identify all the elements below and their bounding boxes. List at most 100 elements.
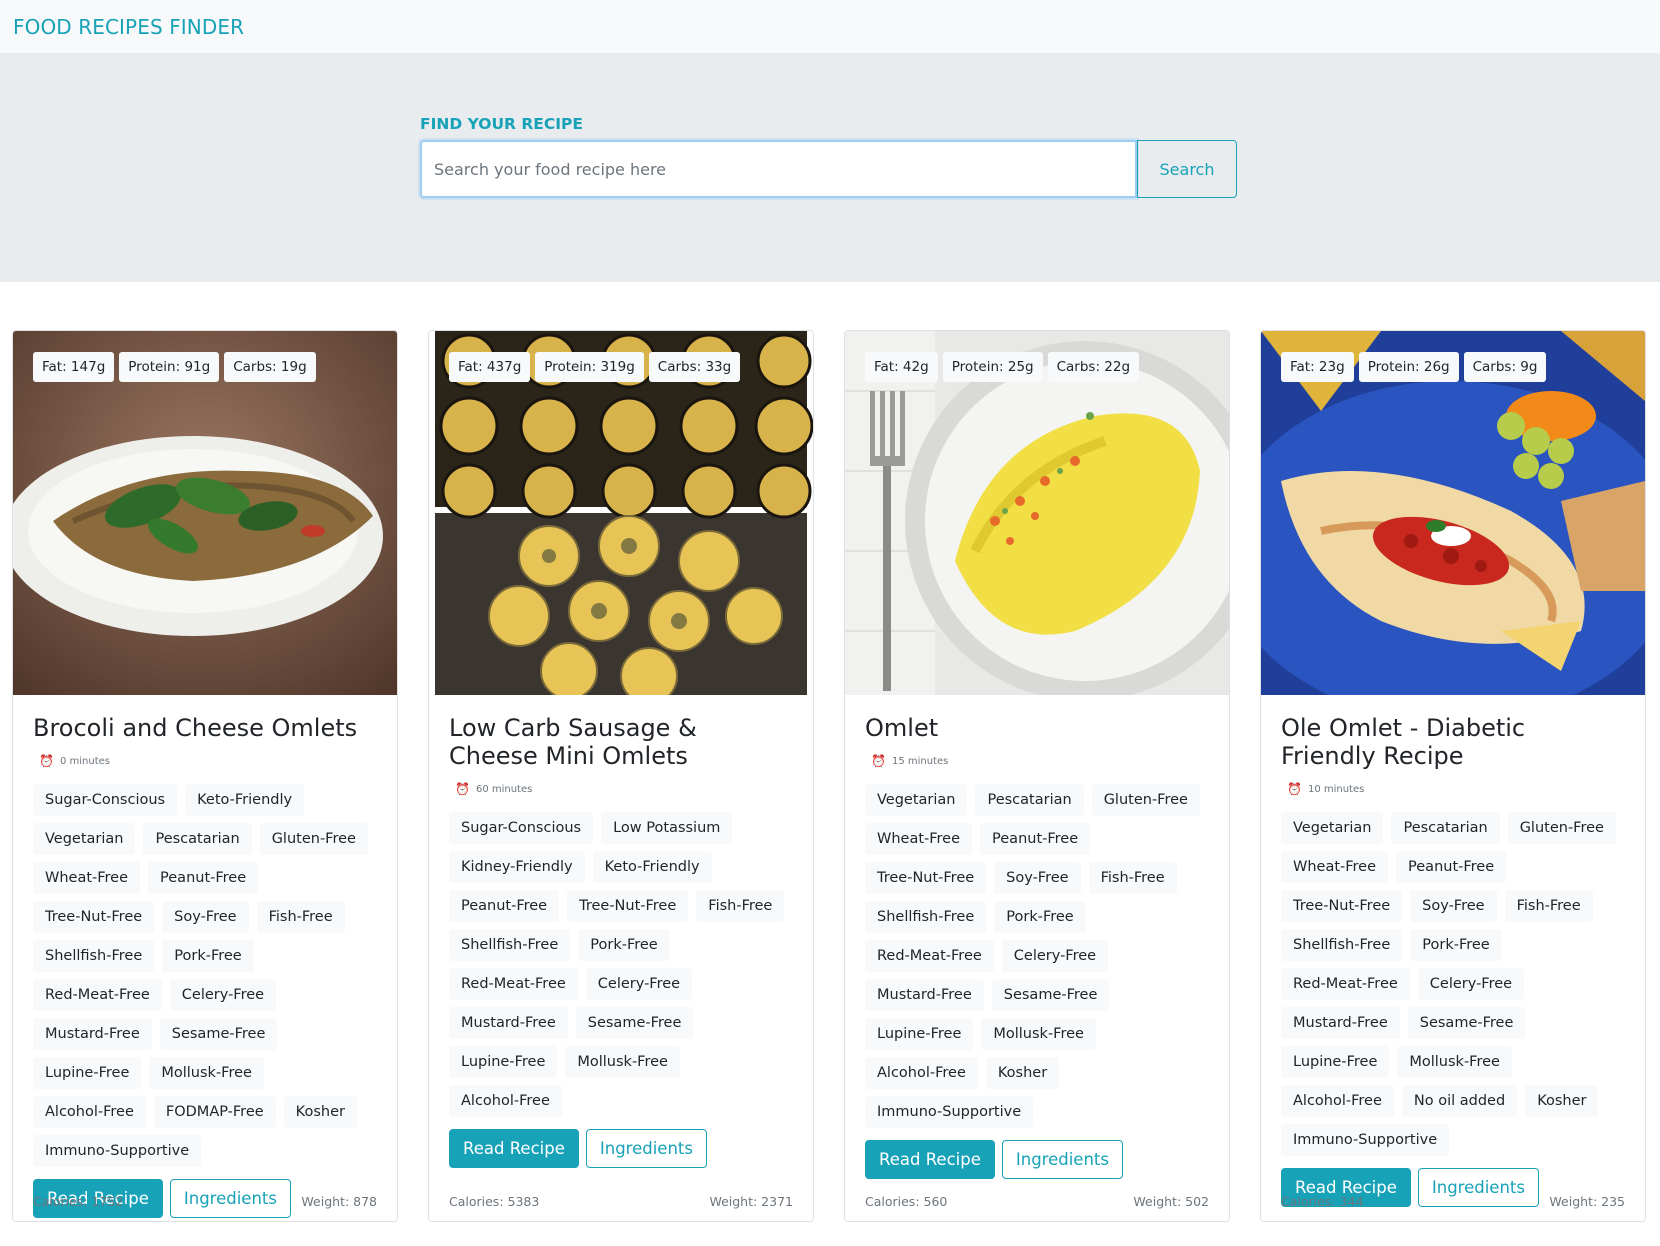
recipe-card: Fat: 23g Protein: 26g Carbs: 9g Ole Omle… (1260, 330, 1646, 1222)
recipe-image: Fat: 437g Protein: 319g Carbs: 33g (429, 331, 813, 695)
health-label-tag: Tree-Nut-Free (567, 890, 689, 922)
recipe-image: Fat: 23g Protein: 26g Carbs: 9g (1261, 331, 1645, 695)
health-label-tag: Tree-Nut-Free (1281, 890, 1403, 922)
carbs-badge: Carbs: 19g (224, 352, 316, 382)
read-recipe-button[interactable]: Read Recipe (865, 1140, 995, 1179)
weight-text: Weight: 878 (301, 1194, 377, 1209)
health-label-tag: Alcohol-Free (33, 1096, 146, 1128)
health-label-tag: Shellfish-Free (1281, 929, 1403, 961)
cook-time: ⏰ 0 minutes (39, 754, 377, 768)
health-label-tag: Gluten-Free (259, 823, 368, 855)
carbs-badge: Carbs: 22g (1047, 352, 1140, 382)
health-label-tag: Low Potassium (601, 812, 733, 844)
health-label-tag: Immuno-Supportive (1281, 1124, 1450, 1156)
health-labels: Vegetarian Pescatarian Gluten-Free Wheat-Fr… (1281, 812, 1625, 1156)
health-label-tag: Red-Meat-Free (865, 940, 994, 972)
health-label-tag: Vegetarian (865, 784, 968, 816)
cook-time-text: 60 minutes (475, 783, 533, 795)
health-label-tag: Celery-Free (1001, 940, 1109, 972)
card-footer: Calories: 344 Weight: 235 (1281, 1194, 1625, 1209)
health-label-tag: Mustard-Free (33, 1018, 152, 1050)
health-label-tag: Fish-Free (256, 901, 345, 933)
cook-time: ⏰ 60 minutes (455, 782, 793, 796)
health-label-tag: Immuno-Supportive (865, 1096, 1034, 1128)
fat-badge: Fat: 23g (1281, 352, 1354, 382)
health-label-tag: Alcohol-Free (865, 1057, 978, 1089)
cook-time-text: 15 minutes (891, 755, 949, 767)
navbar: FOOD RECIPES FINDER (0, 0, 1660, 53)
health-label-tag: Pescatarian (143, 823, 252, 855)
nutrient-badges: Fat: 23g Protein: 26g Carbs: 9g (1281, 352, 1547, 382)
recipe-card: Fat: 437g Protein: 319g Carbs: 33g Low C… (428, 330, 814, 1222)
weight-text: Weight: 502 (1133, 1194, 1209, 1209)
health-label-tag: Pork-Free (578, 929, 670, 961)
card-footer: Calories: 560 Weight: 502 (865, 1194, 1209, 1209)
health-label-tag: Soy-Free (994, 862, 1081, 894)
health-label-tag: Shellfish-Free (33, 940, 155, 972)
health-label-tag: Vegetarian (33, 823, 136, 855)
alarm-clock-icon: ⏰ (871, 754, 886, 768)
ingredients-button[interactable]: Ingredients (1001, 1140, 1123, 1179)
health-label-tag: Tree-Nut-Free (33, 901, 155, 933)
health-label-tag: Kosher (1525, 1085, 1599, 1117)
calories-text: Calories: 344 (1281, 1194, 1364, 1209)
protein-badge: Protein: 25g (942, 352, 1043, 382)
calories-text: Calories: 560 (865, 1194, 948, 1209)
fat-badge: Fat: 42g (865, 352, 938, 382)
health-label-tag: Alcohol-Free (1281, 1085, 1394, 1117)
health-label-tag: Tree-Nut-Free (865, 862, 987, 894)
health-label-tag: Kidney-Friendly (449, 851, 585, 883)
search-input[interactable] (420, 140, 1137, 198)
carbs-badge: Carbs: 33g (648, 352, 741, 382)
health-label-tag: Pork-Free (994, 901, 1086, 933)
recipe-title: Ole Omlet - Diabetic Friendly Recipe (1281, 714, 1526, 770)
health-labels: Sugar-Conscious Keto-Friendly Vegetarian Pe… (33, 784, 377, 1167)
cook-time-text: 10 minutes (1307, 783, 1365, 795)
search-button[interactable]: Search (1137, 140, 1237, 198)
health-label-tag: Red-Meat-Free (1281, 968, 1410, 1000)
health-label-tag: Soy-Free (1410, 890, 1497, 922)
weight-text: Weight: 235 (1549, 1194, 1625, 1209)
health-label-tag: Wheat-Free (33, 862, 141, 894)
health-label-tag: FODMAP-Free (153, 1096, 276, 1128)
health-label-tag: Gluten-Free (1507, 812, 1616, 844)
health-label-tag: Pork-Free (162, 940, 254, 972)
health-label-tag: Pork-Free (1410, 929, 1502, 961)
card-body: Brocoli and Cheese Omlets ⏰ 0 minutes Su… (13, 695, 397, 1218)
protein-badge: Protein: 319g (535, 352, 644, 382)
health-label-tag: Sesame-Free (159, 1018, 278, 1050)
health-label-tag: Alcohol-Free (449, 1085, 562, 1117)
health-label-tag: Sugar-Conscious (449, 812, 594, 844)
health-label-tag: Fish-Free (1088, 862, 1177, 894)
cook-time: ⏰ 15 minutes (871, 754, 1209, 768)
health-label-tag: Wheat-Free (1281, 851, 1389, 883)
health-label-tag: Peanut-Free (980, 823, 1091, 855)
ingredients-button[interactable]: Ingredients (585, 1129, 707, 1168)
search-row: Search (420, 140, 1237, 198)
nutrient-badges: Fat: 147g Protein: 91g Carbs: 19g (33, 352, 316, 382)
health-label-tag: Red-Meat-Free (449, 968, 578, 1000)
fat-badge: Fat: 147g (33, 352, 115, 382)
search-hero: FIND YOUR RECIPE Search (0, 53, 1660, 282)
brand-link[interactable]: FOOD RECIPES FINDER (13, 15, 244, 39)
health-label-tag: Lupine-Free (33, 1057, 142, 1089)
recipe-title: Low Carb Sausage & Cheese Mini Omlets (449, 714, 697, 770)
read-recipe-button[interactable]: Read Recipe (449, 1129, 579, 1168)
recipe-title: Brocoli and Cheese Omlets (33, 714, 358, 742)
health-label-tag: Celery-Free (169, 979, 277, 1011)
health-label-tag: Kosher (283, 1096, 357, 1128)
health-label-tag: Shellfish-Free (865, 901, 987, 933)
health-label-tag: Sesame-Free (991, 979, 1110, 1011)
health-label-tag: Sesame-Free (575, 1007, 694, 1039)
cook-time-text: 0 minutes (59, 755, 110, 767)
health-label-tag: Soy-Free (162, 901, 249, 933)
card-footer: Calories: 1752 Weight: 878 (33, 1194, 377, 1209)
card-body: Ole Omlet - Diabetic Friendly Recipe ⏰ 1… (1261, 695, 1645, 1207)
carbs-badge: Carbs: 9g (1463, 352, 1547, 382)
card-body: Low Carb Sausage & Cheese Mini Omlets ⏰ … (429, 695, 813, 1168)
health-label-tag: Lupine-Free (865, 1018, 974, 1050)
alarm-clock-icon: ⏰ (39, 754, 54, 768)
recipe-title: Omlet (865, 714, 939, 742)
health-label-tag: No oil added (1401, 1085, 1518, 1117)
health-label-tag: Celery-Free (585, 968, 693, 1000)
